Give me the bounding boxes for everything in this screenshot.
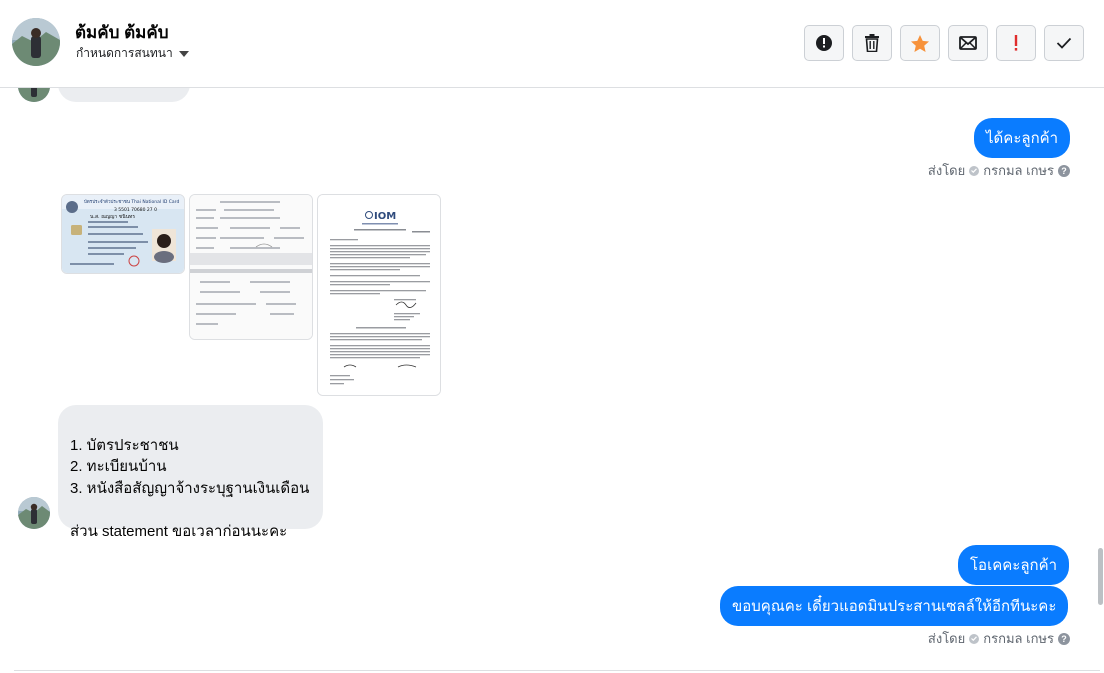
question-icon[interactable]: ? xyxy=(1058,632,1070,645)
caret-down-icon xyxy=(178,50,189,57)
done-button[interactable] xyxy=(1044,25,1084,61)
previous-incoming-bubble xyxy=(58,88,190,102)
contact-name: ต้มคับ ต้มคับ xyxy=(75,23,169,42)
star-icon xyxy=(911,34,929,52)
id-card-name: น.ส. ณญญา ชนินทร xyxy=(90,213,135,220)
sent-by-label: ส่งโดย xyxy=(927,163,966,178)
agent-name[interactable]: กรกมล เกษร xyxy=(983,628,1054,649)
header-actions xyxy=(804,25,1084,61)
exclamation-icon xyxy=(1014,35,1018,51)
id-card-title: บัตรประจำตัวประชาชน Thai National ID Car… xyxy=(84,198,179,205)
iom-logo: IOM xyxy=(374,211,396,222)
outgoing-message-text: โอเคคะลูกค้า xyxy=(970,557,1058,574)
sent-by-info: ส่งโดย กรกมล เกษร ? xyxy=(928,628,1070,649)
attachment-employment-letter[interactable]: IOM xyxy=(317,194,441,396)
star-button[interactable] xyxy=(900,25,940,61)
conversation-settings-label: กำหนดการสนทนา xyxy=(76,46,173,60)
conversation-settings-dropdown[interactable]: กำหนดการสนทนา xyxy=(76,44,189,63)
outgoing-message: ได้คะลูกค้า xyxy=(974,118,1071,158)
scrollbar-thumb[interactable] xyxy=(1098,548,1103,605)
id-card-number: 3 5501 70680 27 0 xyxy=(114,207,157,213)
composer-divider xyxy=(14,670,1100,671)
sent-by-label: ส่งโดย xyxy=(927,631,966,646)
conversation-header: ต้มคับ ต้มคับ กำหนดการสนทนา xyxy=(0,0,1104,88)
incoming-message-text: 1. บัตรประชาชน 2. ทะเบียนบ้าน 3. หนังสือ… xyxy=(70,436,310,540)
sent-check-icon xyxy=(969,165,980,176)
check-icon xyxy=(1056,37,1072,49)
trash-icon xyxy=(865,34,879,52)
mark-spam-button[interactable] xyxy=(804,25,844,61)
sent-check-icon xyxy=(969,633,980,644)
attachment-house-registration[interactable] xyxy=(189,194,313,340)
contact-avatar[interactable] xyxy=(12,18,60,66)
contact-avatar-small[interactable] xyxy=(18,497,50,529)
delete-button[interactable] xyxy=(852,25,892,61)
exclamation-circle-icon xyxy=(816,35,832,51)
outgoing-message: โอเคคะลูกค้า xyxy=(958,545,1070,585)
incoming-message: 1. บัตรประชาชน 2. ทะเบียนบ้าน 3. หนังสือ… xyxy=(58,405,323,540)
sent-by-info: ส่งโดย กรกมล เกษร ? xyxy=(928,160,1070,181)
attachment-id-card[interactable]: บัตรประจำตัวประชาชน Thai National ID Car… xyxy=(61,194,185,274)
envelope-icon xyxy=(959,36,977,50)
mark-unread-button[interactable] xyxy=(948,25,988,61)
follow-up-button[interactable] xyxy=(996,25,1036,61)
outgoing-message-text: ขอบคุณคะ เดี๋ยวแอดมินประสานเซลล์ให้อีกที… xyxy=(732,598,1057,615)
agent-name[interactable]: กรกมล เกษร xyxy=(983,160,1054,181)
outgoing-message: ขอบคุณคะ เดี๋ยวแอดมินประสานเซลล์ให้อีกที… xyxy=(720,586,1069,626)
contact-avatar-small xyxy=(18,88,50,102)
question-icon[interactable]: ? xyxy=(1058,164,1070,177)
outgoing-message-text: ได้คะลูกค้า xyxy=(986,130,1059,147)
